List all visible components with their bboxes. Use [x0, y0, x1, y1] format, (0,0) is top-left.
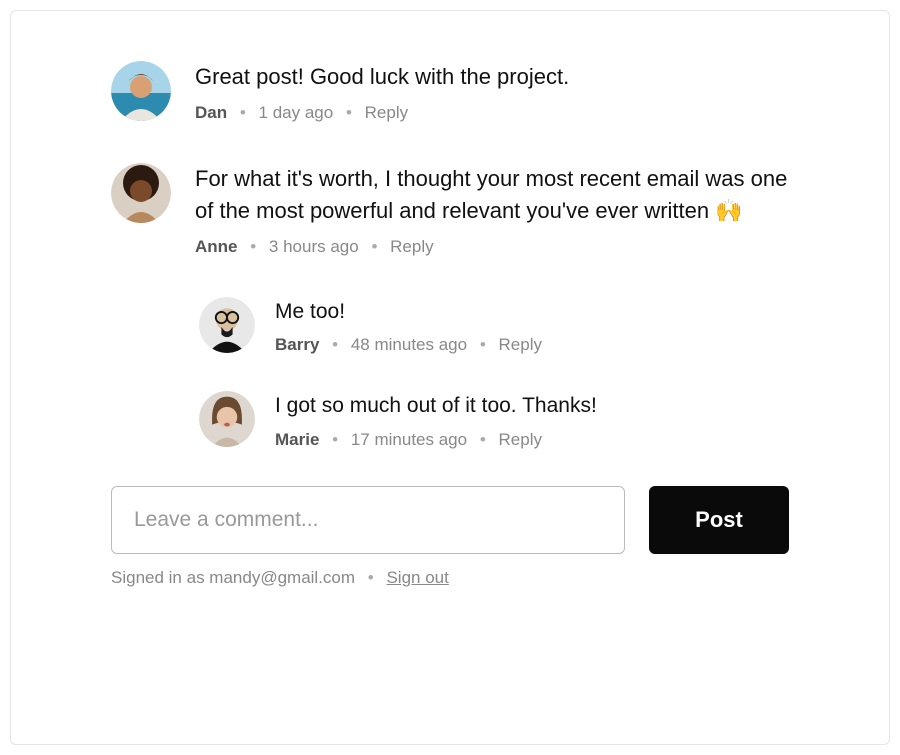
- comment-time: 17 minutes ago: [351, 430, 467, 449]
- comment-meta: Dan • 1 day ago • Reply: [195, 103, 789, 123]
- avatar: [199, 391, 255, 447]
- reply-link[interactable]: Reply: [499, 430, 542, 449]
- comment-input[interactable]: [111, 486, 625, 554]
- comment-author: Dan: [195, 103, 227, 122]
- reply-link[interactable]: Reply: [390, 237, 433, 256]
- comments-card: Great post! Good luck with the project. …: [10, 10, 890, 745]
- reply-link[interactable]: Reply: [499, 335, 542, 354]
- signed-in-email: mandy@gmail.com: [209, 568, 355, 587]
- separator-dot: •: [250, 237, 256, 256]
- avatar: [111, 163, 171, 223]
- separator-dot: •: [332, 335, 338, 354]
- comment-reply: I got so much out of it too. Thanks! Mar…: [199, 391, 789, 449]
- comment-meta: Barry • 48 minutes ago • Reply: [275, 335, 789, 355]
- comment-composer: Post: [111, 486, 789, 554]
- separator-dot: •: [368, 568, 374, 587]
- comment-time: 3 hours ago: [269, 237, 359, 256]
- comment: Great post! Good luck with the project. …: [111, 61, 789, 123]
- comment-text: For what it's worth, I thought your most…: [195, 163, 789, 227]
- avatar: [199, 297, 255, 353]
- separator-dot: •: [480, 430, 486, 449]
- separator-dot: •: [371, 237, 377, 256]
- sign-out-link[interactable]: Sign out: [386, 568, 448, 587]
- reply-link[interactable]: Reply: [365, 103, 408, 122]
- separator-dot: •: [480, 335, 486, 354]
- comment-reply: Me too! Barry • 48 minutes ago • Reply: [199, 297, 789, 355]
- comment-author: Marie: [275, 430, 319, 449]
- post-button[interactable]: Post: [649, 486, 789, 554]
- separator-dot: •: [240, 103, 246, 122]
- separator-dot: •: [346, 103, 352, 122]
- avatar: [111, 61, 171, 121]
- signed-in-status: Signed in as mandy@gmail.com • Sign out: [111, 568, 789, 588]
- comment-text: Me too!: [275, 297, 789, 327]
- separator-dot: •: [332, 430, 338, 449]
- comment-meta: Anne • 3 hours ago • Reply: [195, 237, 789, 257]
- comment-author: Anne: [195, 237, 238, 256]
- comment: For what it's worth, I thought your most…: [111, 163, 789, 257]
- comment-text: Great post! Good luck with the project.: [195, 61, 789, 93]
- comment-author: Barry: [275, 335, 319, 354]
- signed-in-prefix: Signed in as: [111, 568, 209, 587]
- comment-time: 48 minutes ago: [351, 335, 467, 354]
- comment-text: I got so much out of it too. Thanks!: [275, 391, 789, 421]
- comment-meta: Marie • 17 minutes ago • Reply: [275, 430, 789, 450]
- comment-time: 1 day ago: [259, 103, 334, 122]
